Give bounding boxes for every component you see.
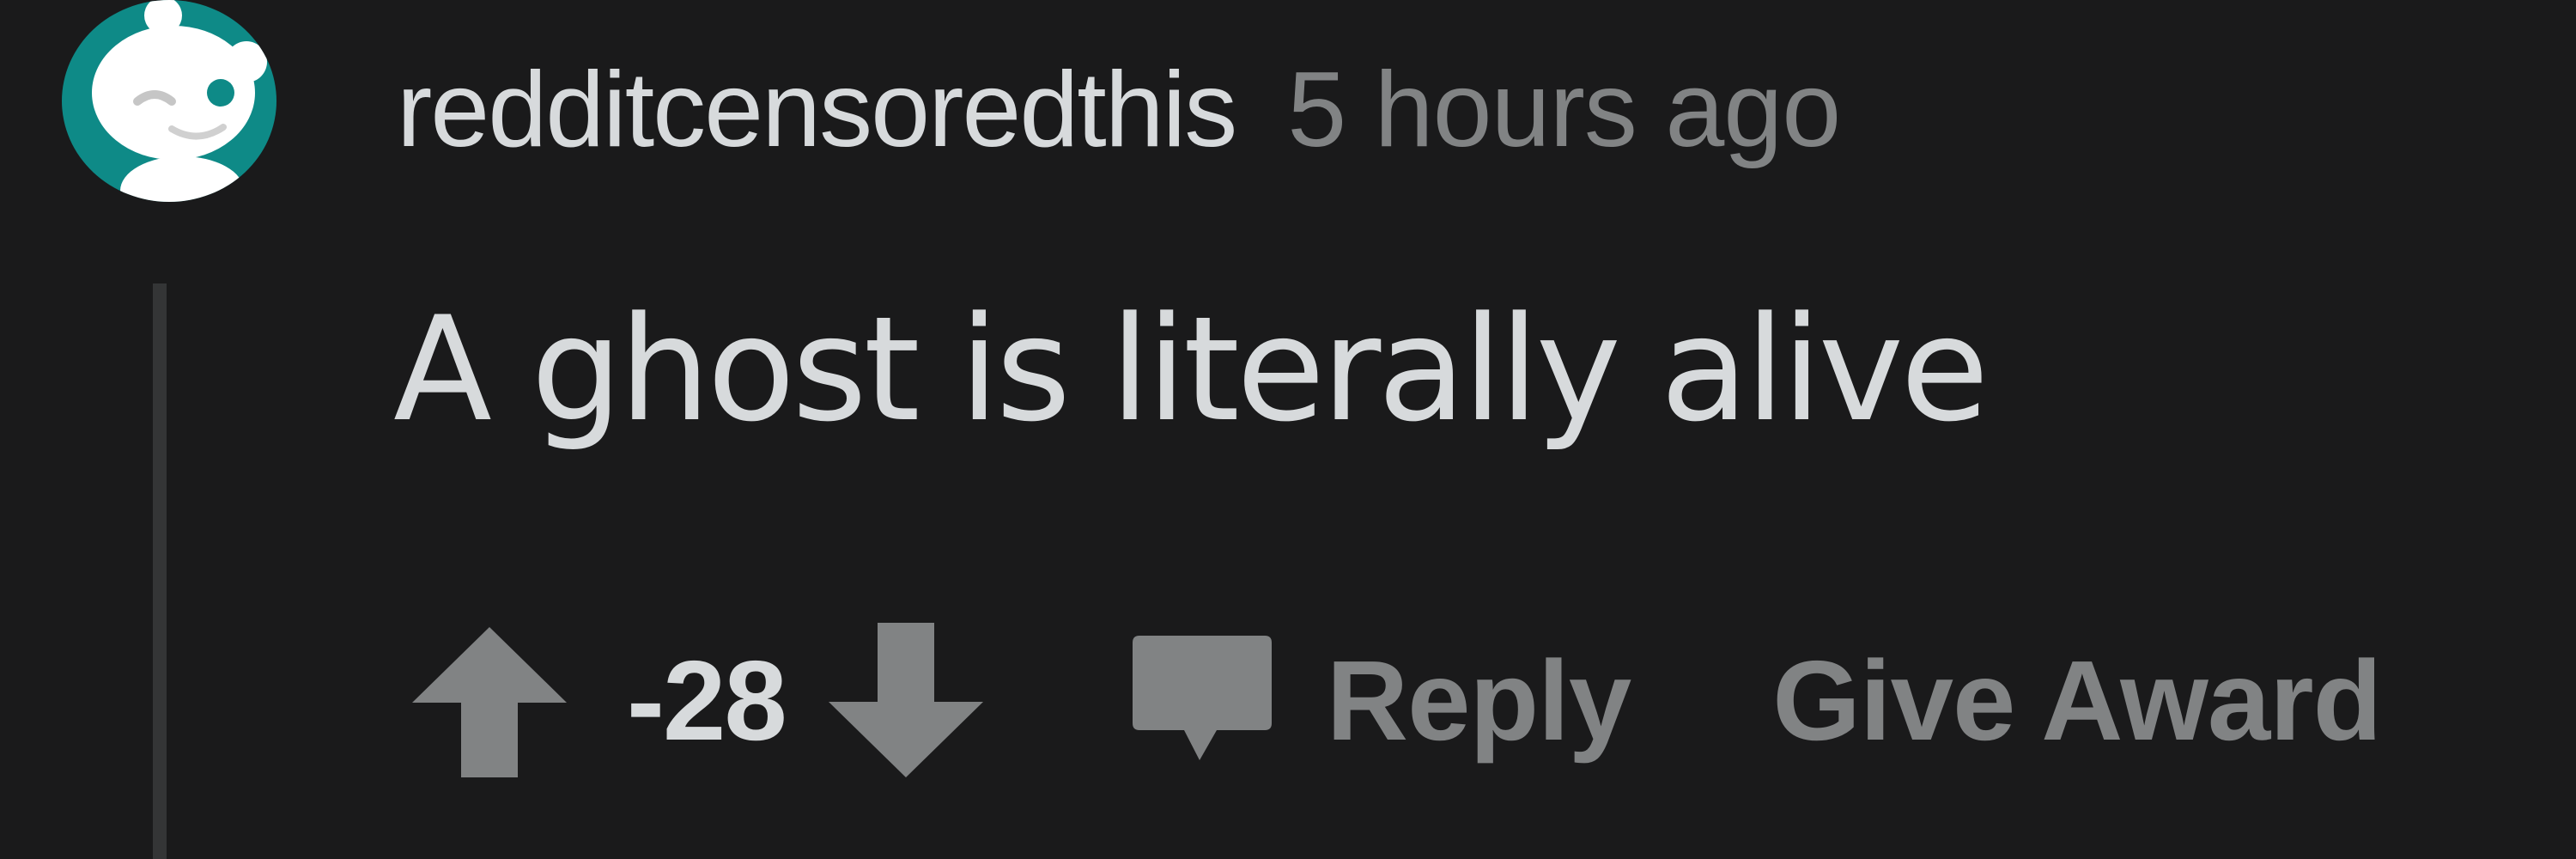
comment-timestamp[interactable]: 5 hours ago bbox=[1287, 49, 1841, 171]
comment: redditcensoredthis 5 hours ago A ghost i… bbox=[0, 0, 2576, 859]
downvote-button[interactable] bbox=[820, 614, 992, 786]
vote-score: -28 bbox=[627, 637, 787, 764]
reply-label: Reply bbox=[1326, 637, 1631, 764]
downvote-arrow-icon bbox=[828, 623, 983, 777]
snoo-avatar-icon bbox=[62, 0, 276, 202]
comment-bubble-icon bbox=[1132, 636, 1272, 760]
give-award-button[interactable]: Give Award bbox=[1772, 636, 2382, 765]
comment-body: A ghost is literally alive bbox=[393, 285, 1989, 454]
comment-meta: redditcensoredthis 5 hours ago bbox=[397, 41, 1841, 179]
upvote-button[interactable] bbox=[404, 614, 575, 786]
upvote-arrow-icon bbox=[412, 627, 567, 777]
user-avatar[interactable] bbox=[62, 0, 276, 202]
comment-username[interactable]: redditcensoredthis bbox=[397, 49, 1237, 171]
thread-collapse-line[interactable] bbox=[153, 283, 167, 859]
comment-actions: -28 Reply Give Award bbox=[404, 614, 2576, 786]
reply-button[interactable]: Reply bbox=[1129, 627, 1631, 773]
